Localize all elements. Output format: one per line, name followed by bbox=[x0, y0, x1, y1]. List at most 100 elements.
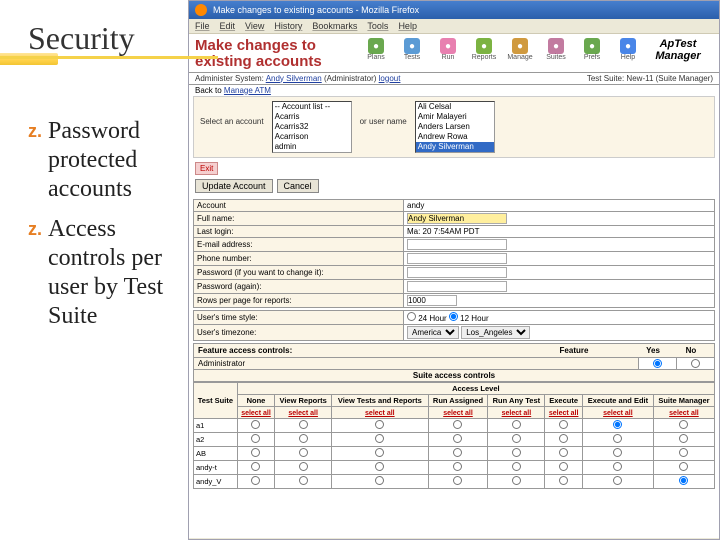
bullet-item: z. Password protected accounts bbox=[28, 117, 178, 203]
access-radio[interactable] bbox=[453, 448, 462, 457]
access-radio[interactable] bbox=[299, 434, 308, 443]
menu-edit[interactable]: Edit bbox=[220, 21, 236, 31]
access-radio[interactable] bbox=[679, 420, 688, 429]
nav-reports-icon[interactable]: ●Reports bbox=[469, 38, 499, 61]
access-radio[interactable] bbox=[251, 434, 260, 443]
feature-controls-header: Feature access controls: Feature Yes No bbox=[193, 343, 715, 358]
access-radio[interactable] bbox=[251, 448, 260, 457]
select-all-link[interactable]: select all bbox=[365, 410, 395, 417]
access-radio[interactable] bbox=[613, 448, 622, 457]
browser-window: Make changes to existing accounts - Mozi… bbox=[188, 0, 720, 540]
access-radio[interactable] bbox=[512, 420, 521, 429]
nav-run-icon[interactable]: ●Run bbox=[433, 38, 463, 61]
access-radio[interactable] bbox=[375, 448, 384, 457]
access-radio[interactable] bbox=[251, 420, 260, 429]
field-7[interactable] bbox=[407, 295, 457, 306]
access-radio[interactable] bbox=[613, 420, 622, 429]
access-radio[interactable] bbox=[453, 420, 462, 429]
exit-button[interactable]: Exit bbox=[195, 162, 218, 175]
access-radio[interactable] bbox=[559, 476, 568, 485]
window-title: Make changes to existing accounts - Mozi… bbox=[213, 5, 419, 15]
bullet-text: Access controls per user by Test Suite bbox=[48, 215, 178, 330]
access-radio[interactable] bbox=[375, 462, 384, 471]
admin-yes-radio[interactable] bbox=[653, 359, 662, 368]
access-radio[interactable] bbox=[679, 448, 688, 457]
access-radio[interactable] bbox=[453, 434, 462, 443]
access-radio[interactable] bbox=[679, 462, 688, 471]
access-radio[interactable] bbox=[512, 448, 521, 457]
feature-row-administrator: Administrator bbox=[193, 358, 715, 370]
field-4[interactable] bbox=[407, 253, 507, 264]
access-radio[interactable] bbox=[375, 434, 384, 443]
tz-region-select[interactable]: America bbox=[407, 326, 459, 339]
access-radio[interactable] bbox=[299, 448, 308, 457]
menu-history[interactable]: History bbox=[274, 21, 302, 31]
access-radio[interactable] bbox=[453, 462, 462, 471]
update-account-button[interactable]: Update Account bbox=[195, 179, 273, 193]
bullet-list: z. Password protected accounts z. Access… bbox=[28, 117, 178, 331]
select-account-label: Select an account bbox=[200, 101, 264, 126]
access-radio[interactable] bbox=[512, 476, 521, 485]
account-select-area: Select an account -- Account list --Acar… bbox=[193, 96, 715, 158]
account-listbox[interactable]: -- Account list --AcarrisAcarris32Acarri… bbox=[272, 101, 352, 153]
or-username-label: or user name bbox=[360, 101, 407, 126]
tz-city-select[interactable]: Los_Angeles bbox=[461, 326, 530, 339]
access-radio[interactable] bbox=[251, 462, 260, 471]
select-all-link[interactable]: select all bbox=[603, 410, 633, 417]
menu-view[interactable]: View bbox=[245, 21, 264, 31]
nav-help-icon[interactable]: ●Help bbox=[613, 38, 643, 61]
nav-plans-icon[interactable]: ●Plans bbox=[361, 38, 391, 61]
access-radio[interactable] bbox=[512, 434, 521, 443]
suite-access-header: Suite access controls bbox=[193, 370, 715, 382]
bullet-text: Password protected accounts bbox=[48, 117, 178, 203]
access-radio[interactable] bbox=[299, 420, 308, 429]
menu-bookmarks[interactable]: Bookmarks bbox=[312, 21, 357, 31]
nav-prefs-icon[interactable]: ●Prefs bbox=[577, 38, 607, 61]
nav-manage-icon[interactable]: ●Manage bbox=[505, 38, 535, 61]
access-radio[interactable] bbox=[613, 462, 622, 471]
select-all-link[interactable]: select all bbox=[502, 410, 532, 417]
nav-tests-icon[interactable]: ●Tests bbox=[397, 38, 427, 61]
access-radio[interactable] bbox=[453, 476, 462, 485]
access-radio[interactable] bbox=[375, 420, 384, 429]
slide-left-panel: Security z. Password protected accounts … bbox=[0, 0, 188, 540]
field-3[interactable] bbox=[407, 239, 507, 250]
username-listbox[interactable]: Ali CelsalAmir MalayeriAnders LarsenAndr… bbox=[415, 101, 495, 153]
access-radio[interactable] bbox=[559, 434, 568, 443]
access-radio[interactable] bbox=[251, 476, 260, 485]
bullet-item: z. Access controls per user by Test Suit… bbox=[28, 215, 178, 330]
time-12-option[interactable]: 12 Hour bbox=[449, 314, 489, 323]
page-content: Make changes to existing accounts ●Plans… bbox=[189, 34, 719, 538]
menu-file[interactable]: File bbox=[195, 21, 210, 31]
field-6[interactable] bbox=[407, 281, 507, 292]
account-form-table: AccountandyFull name:Last login:Ma: 20 7… bbox=[193, 199, 715, 308]
access-radio[interactable] bbox=[299, 462, 308, 471]
access-radio[interactable] bbox=[679, 434, 688, 443]
field-5[interactable] bbox=[407, 267, 507, 278]
back-link[interactable]: Manage ATM bbox=[224, 86, 271, 95]
select-all-link[interactable]: select all bbox=[288, 410, 318, 417]
access-radio[interactable] bbox=[299, 476, 308, 485]
admin-no-radio[interactable] bbox=[691, 359, 700, 368]
menu-tools[interactable]: Tools bbox=[367, 21, 388, 31]
access-radio[interactable] bbox=[512, 462, 521, 471]
logout-link[interactable]: logout bbox=[379, 74, 401, 83]
access-radio[interactable] bbox=[679, 476, 688, 485]
access-radio[interactable] bbox=[613, 476, 622, 485]
field-1[interactable] bbox=[407, 213, 507, 224]
nav-suites-icon[interactable]: ●Suites bbox=[541, 38, 571, 61]
select-all-link[interactable]: select all bbox=[443, 410, 473, 417]
access-radio[interactable] bbox=[559, 448, 568, 457]
access-radio[interactable] bbox=[375, 476, 384, 485]
select-all-link[interactable]: select all bbox=[549, 410, 579, 417]
menu-help[interactable]: Help bbox=[398, 21, 417, 31]
access-radio[interactable] bbox=[559, 462, 568, 471]
select-all-link[interactable]: select all bbox=[241, 410, 271, 417]
access-radio[interactable] bbox=[613, 434, 622, 443]
time-24-option[interactable]: 24 Hour bbox=[407, 314, 447, 323]
access-radio[interactable] bbox=[559, 420, 568, 429]
browser-menubar: File Edit View History Bookmarks Tools H… bbox=[189, 19, 719, 34]
select-all-link[interactable]: select all bbox=[669, 410, 699, 417]
cancel-button[interactable]: Cancel bbox=[277, 179, 319, 193]
admin-user-link[interactable]: Andy Silverman bbox=[266, 74, 322, 83]
